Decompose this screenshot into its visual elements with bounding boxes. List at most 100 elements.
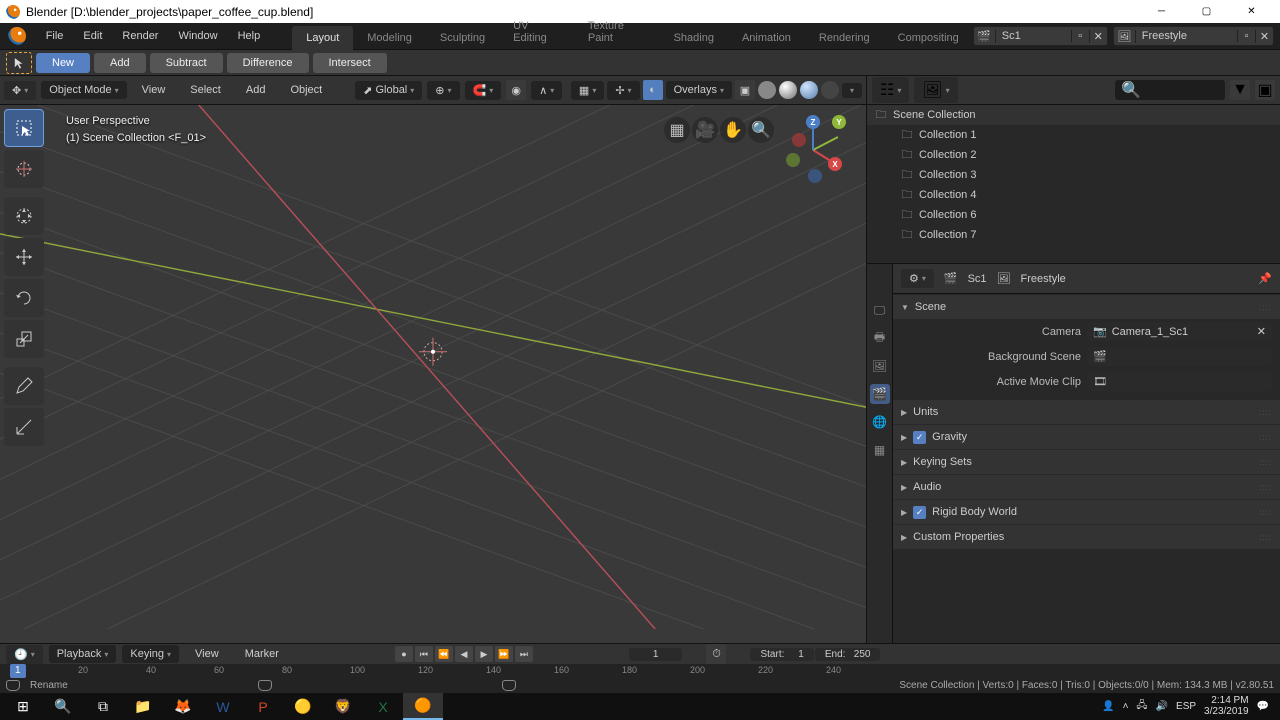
shading-options-dropdown[interactable]: ▾	[842, 83, 862, 98]
powerpoint-icon[interactable]: P	[243, 693, 283, 720]
bg-scene-field[interactable]: 🎬	[1087, 347, 1272, 366]
tool-scale[interactable]	[4, 320, 44, 358]
shading-lookdev-icon[interactable]	[800, 81, 818, 99]
start-frame-field[interactable]: Start: 1	[750, 648, 813, 661]
tab-modeling[interactable]: Modeling	[353, 26, 426, 50]
menu-render[interactable]: Render	[112, 26, 168, 46]
viewlayer-delete-icon[interactable]: ✕	[1255, 30, 1273, 43]
chrome-icon[interactable]: 🟡	[283, 693, 323, 720]
panel-gravity[interactable]: ▶✓Gravity::::	[893, 425, 1280, 449]
axis-neg-y-icon[interactable]	[786, 153, 800, 167]
tl-keying[interactable]: Keying ▾	[122, 645, 179, 663]
panel-keying[interactable]: ▶Keying Sets::::	[893, 450, 1280, 474]
outliner-collection-row[interactable]: 🗀Collection 1	[867, 125, 1280, 145]
editor-type-dropdown[interactable]: ✥ ▾	[4, 81, 36, 100]
outliner-scene-row[interactable]: 🗀Scene Collection	[867, 105, 1280, 125]
panel-scene[interactable]: ▼Scene::::	[893, 295, 1280, 319]
outliner-search[interactable]: 🔍	[1115, 80, 1225, 100]
select-new-button[interactable]: New	[36, 53, 90, 73]
axis-neg-x-icon[interactable]	[792, 133, 806, 147]
proportional-falloff-dropdown[interactable]: ∧ ▾	[531, 81, 562, 100]
gizmo-dropdown[interactable]: ✢ ▾	[607, 81, 639, 100]
word-icon[interactable]: W	[203, 693, 243, 720]
tool-measure[interactable]	[4, 408, 44, 446]
shading-wireframe-icon[interactable]	[758, 81, 776, 99]
outliner-collection-row[interactable]: 🗀Collection 6	[867, 205, 1280, 225]
tab-texture-paint[interactable]: Texture Paint	[574, 14, 660, 50]
timeline-editor-dropdown[interactable]: 🕘 ▾	[6, 645, 43, 664]
excel-icon[interactable]: X	[363, 693, 403, 720]
system-tray[interactable]: 👤 ˄ 🖧 🔊 ESP 2:14 PM3/23/2019 💬	[1102, 696, 1277, 717]
scene-browse-icon[interactable]: ▫	[1071, 30, 1089, 42]
select-difference-button[interactable]: Difference	[227, 53, 309, 73]
tool-cursor[interactable]	[4, 150, 44, 188]
tool-select-box[interactable]	[4, 109, 44, 147]
select-intersect-button[interactable]: Intersect	[313, 53, 387, 73]
outliner-tree[interactable]: 🗀Scene Collection 🗀Collection 1 🗀Collect…	[867, 105, 1280, 263]
jump-end-icon[interactable]: ⏭	[515, 646, 533, 662]
tool-annotate[interactable]	[4, 367, 44, 405]
select-add-button[interactable]: Add	[94, 53, 146, 73]
tab-rendering[interactable]: Rendering	[805, 26, 884, 50]
rigid-body-checkbox[interactable]: ✓	[913, 506, 926, 519]
nav-perspective-icon[interactable]: 🎥	[692, 117, 718, 143]
tray-people-icon[interactable]: 👤	[1102, 701, 1114, 712]
outliner-new-collection-icon[interactable]: ▣	[1255, 80, 1275, 100]
outliner-editor-dropdown[interactable]: ☷ ▾	[872, 77, 909, 103]
tab-animation[interactable]: Animation	[728, 26, 805, 50]
menu-edit[interactable]: Edit	[73, 26, 112, 46]
start-button[interactable]: ⊞	[3, 693, 43, 720]
pin-icon[interactable]: 📌	[1258, 272, 1272, 285]
tab-compositing[interactable]: Compositing	[884, 26, 973, 50]
visibility-dropdown[interactable]: ▦ ▾	[571, 81, 604, 100]
active-tool-select-icon[interactable]	[6, 52, 32, 74]
tab-uv-editing[interactable]: UV Editing	[499, 14, 574, 50]
tab-shading[interactable]: Shading	[660, 26, 728, 50]
tool-transform[interactable]	[4, 238, 44, 276]
tool-rotate[interactable]	[4, 279, 44, 317]
clear-icon[interactable]: ✕	[1257, 325, 1266, 338]
panel-rigid-body[interactable]: ▶✓Rigid Body World::::	[893, 500, 1280, 524]
maximize-button[interactable]: ▢	[1184, 0, 1229, 23]
axis-x-icon[interactable]: X	[828, 157, 842, 171]
axis-neg-z-icon[interactable]	[808, 169, 822, 183]
ptab-output-icon[interactable]: 🖶	[870, 328, 890, 348]
play-reverse-icon[interactable]: ◀	[455, 646, 473, 662]
next-key-icon[interactable]: ⏩	[495, 646, 513, 662]
firefox-icon[interactable]: 🦊	[163, 693, 203, 720]
overlays-dropdown[interactable]: Overlays ▾	[666, 81, 732, 99]
tray-network-icon[interactable]: 🖧	[1136, 698, 1147, 715]
overlays-toggle-icon[interactable]: ◐	[643, 80, 663, 100]
autokey-icon[interactable]: ●	[395, 646, 413, 662]
shading-rendered-icon[interactable]	[821, 81, 839, 99]
scene-selector[interactable]: 🎬 Sc1 ▫ ✕	[973, 26, 1108, 46]
panel-custom-props[interactable]: ▶Custom Properties::::	[893, 525, 1280, 549]
camera-field[interactable]: 📷Camera_1_Sc1✕	[1087, 322, 1272, 341]
panel-units[interactable]: ▶Units::::	[893, 400, 1280, 424]
ptab-world-icon[interactable]: 🌐	[870, 412, 890, 432]
tray-notifications-icon[interactable]: 💬	[1257, 701, 1269, 712]
blender-logo-icon[interactable]	[8, 27, 26, 45]
ptab-viewlayer-icon[interactable]: 🖼	[870, 356, 890, 376]
play-icon[interactable]: ▶	[475, 646, 493, 662]
mode-dropdown[interactable]: Object Mode ▾	[41, 81, 126, 99]
nav-zoom-icon[interactable]: 🔍	[748, 117, 774, 143]
tray-volume-icon[interactable]: 🔊	[1156, 701, 1168, 712]
tl-marker[interactable]: Marker	[235, 644, 289, 664]
scene-delete-icon[interactable]: ✕	[1089, 30, 1107, 43]
jump-start-icon[interactable]: ⏮	[415, 646, 433, 662]
3d-viewport[interactable]: User Perspective (1) Scene Collection <F…	[0, 105, 866, 643]
nav-camera-icon[interactable]: ▦	[664, 117, 690, 143]
close-button[interactable]: ✕	[1229, 0, 1274, 23]
current-frame-field[interactable]: 1	[629, 648, 683, 661]
outliner-collection-row[interactable]: 🗀Collection 4	[867, 185, 1280, 205]
vh-select[interactable]: Select	[180, 80, 231, 100]
ptab-object-icon[interactable]: ▦	[870, 440, 890, 460]
taskview-icon[interactable]: ⧉	[83, 693, 123, 720]
orientation-dropdown[interactable]: ⬈ Global ▾	[355, 81, 422, 100]
outliner-filter-icon[interactable]: ▼	[1230, 80, 1250, 100]
axis-z-icon[interactable]: Z	[806, 115, 820, 129]
prev-key-icon[interactable]: ⏪	[435, 646, 453, 662]
minimize-button[interactable]: ─	[1139, 0, 1184, 23]
viewlayer-browse-icon[interactable]: ▫	[1237, 30, 1255, 42]
